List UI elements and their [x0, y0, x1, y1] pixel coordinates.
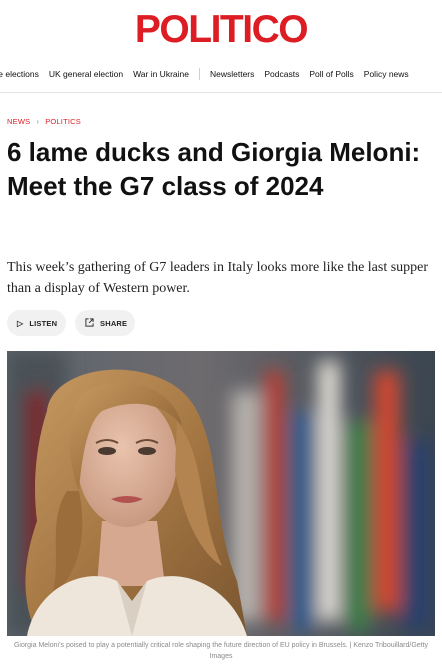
site-header: POLITICO ce elections UK general electio… [0, 0, 442, 93]
photo-caption: Giorgia Meloni’s poised to play a potent… [13, 642, 429, 660]
breadcrumb-news[interactable]: NEWS [7, 117, 30, 126]
nav-divider [198, 68, 200, 80]
breadcrumb-politics[interactable]: POLITICS [45, 117, 81, 126]
play-icon: ▷ [17, 318, 24, 328]
chevron-right-icon: › [36, 117, 40, 126]
nav-item-elections[interactable]: ce elections [0, 69, 39, 79]
top-nav: ce elections UK general election War in … [0, 68, 419, 80]
nav-item-policy-news[interactable]: Policy news [364, 69, 409, 79]
share-button[interactable]: SHARE [75, 310, 135, 336]
share-label: SHARE [100, 318, 128, 328]
politico-logo[interactable]: POLITICO [0, 10, 442, 50]
article-headline: 6 lame ducks and Giorgia Meloni: Meet th… [7, 137, 421, 201]
article-dek: This week’s gathering of G7 leaders in I… [7, 260, 429, 296]
listen-label: LISTEN [29, 318, 58, 328]
nav-item-uk-general-election[interactable]: UK general election [49, 69, 123, 79]
photo-illustration [7, 351, 435, 636]
listen-button[interactable]: ▷ LISTEN [7, 310, 66, 336]
nav-item-poll-of-polls[interactable]: Poll of Polls [309, 69, 353, 79]
article-photo [7, 351, 435, 636]
nav-item-war-in-ukraine[interactable]: War in Ukraine [133, 69, 189, 79]
share-icon [85, 317, 94, 329]
nav-item-newsletters[interactable]: Newsletters [210, 69, 254, 79]
breadcrumb: NEWS › POLITICS [7, 117, 81, 126]
nav-item-podcasts[interactable]: Podcasts [264, 69, 299, 79]
